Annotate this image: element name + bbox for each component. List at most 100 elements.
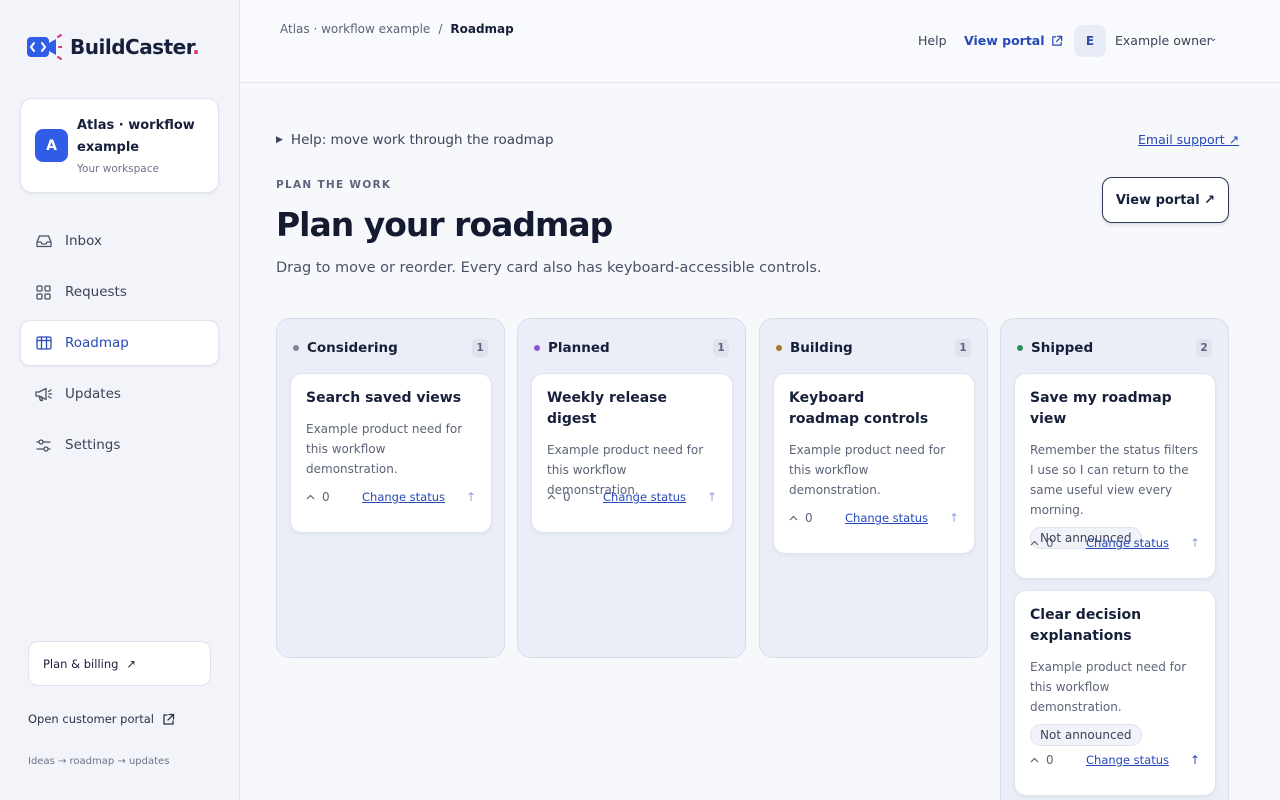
roadmap-card[interactable]: Weekly release digest Example product ne… bbox=[531, 373, 733, 533]
upvote-button[interactable]: 0 bbox=[1030, 536, 1086, 550]
brand-name: BuildCaster. bbox=[70, 35, 200, 59]
chevron-down-icon[interactable]: ⌄ bbox=[1209, 33, 1217, 44]
disclosure-triangle-icon: ▶ bbox=[276, 135, 283, 145]
move-up-arrow-icon[interactable]: ↑ bbox=[949, 511, 959, 525]
upvote-caret-icon bbox=[1030, 540, 1039, 546]
roadmap-card[interactable]: Save my roadmap view Remember the status… bbox=[1014, 373, 1216, 579]
column-title: Considering bbox=[307, 340, 398, 356]
change-status-button[interactable]: Change status bbox=[845, 511, 928, 525]
card-actions: 0 Change status ↑ bbox=[547, 490, 717, 504]
roadmap-card[interactable]: Keyboard roadmap controls Example produc… bbox=[773, 373, 975, 554]
inbox-icon bbox=[35, 233, 52, 250]
sidebar-item-updates[interactable]: Updates bbox=[20, 371, 219, 417]
external-arrow-icon: ↗ bbox=[126, 656, 137, 671]
grid-icon bbox=[35, 284, 52, 301]
column-title: Planned bbox=[548, 340, 610, 356]
upvote-button[interactable]: 0 bbox=[547, 490, 603, 504]
column-header: Considering 1 bbox=[293, 339, 488, 357]
external-link-icon bbox=[163, 713, 175, 725]
sidebar-item-label: Updates bbox=[65, 386, 121, 402]
view-portal-button[interactable]: View portal ↗ bbox=[1102, 177, 1229, 223]
email-support-link[interactable]: Email support ↗ bbox=[1138, 132, 1239, 147]
card-title: Clear decision explanations bbox=[1030, 607, 1142, 644]
column-header: Planned 1 bbox=[534, 339, 729, 357]
workspace-subtitle: Your workspace bbox=[77, 163, 159, 175]
card-description: Example product need for this workflow d… bbox=[1030, 660, 1187, 714]
user-avatar[interactable]: E bbox=[1074, 25, 1106, 57]
sidebar-item-requests[interactable]: Requests bbox=[20, 269, 219, 315]
column-count: 1 bbox=[472, 339, 488, 357]
breadcrumb-workspace[interactable]: Atlas · workflow example bbox=[280, 22, 430, 36]
roadmap-card[interactable]: Search saved views Example product need … bbox=[290, 373, 492, 533]
sidebar: BuildCaster. A Atlas · workflow example … bbox=[0, 0, 240, 800]
status-dot bbox=[534, 345, 540, 351]
breadcrumb: Atlas · workflow example / Roadmap bbox=[280, 22, 514, 36]
change-status-button[interactable]: Change status bbox=[1086, 536, 1169, 550]
card-actions: 0 Change status ↑ bbox=[1030, 536, 1200, 550]
upvote-button[interactable]: 0 bbox=[789, 511, 845, 525]
column-shipped[interactable]: Shipped 2 Save my roadmap view Remember … bbox=[1000, 318, 1229, 800]
status-dot bbox=[293, 345, 299, 351]
brand-logo[interactable]: BuildCaster. bbox=[26, 33, 200, 61]
column-count: 1 bbox=[955, 339, 971, 357]
plan-billing-label: Plan & billing bbox=[43, 656, 119, 671]
column-building[interactable]: Building 1 Keyboard roadmap controls Exa… bbox=[759, 318, 988, 658]
column-count: 2 bbox=[1196, 339, 1212, 357]
external-link-icon bbox=[1051, 35, 1062, 46]
vote-count: 0 bbox=[1046, 536, 1054, 550]
user-menu[interactable]: Example owner bbox=[1115, 33, 1212, 48]
workspace-name: Atlas · workflow example bbox=[77, 118, 195, 155]
status-dot bbox=[1017, 345, 1023, 351]
plan-billing-button[interactable]: Plan & billing ↗ bbox=[28, 641, 211, 686]
upvote-button[interactable]: 0 bbox=[306, 490, 362, 504]
move-up-arrow-icon[interactable]: ↑ bbox=[1190, 536, 1200, 550]
page-subtitle: Drag to move or reorder. Every card also… bbox=[276, 260, 822, 276]
move-up-arrow-icon[interactable]: ↑ bbox=[707, 490, 717, 504]
view-portal-link[interactable]: View portal bbox=[964, 33, 1063, 48]
column-header: Shipped 2 bbox=[1017, 339, 1212, 357]
upvote-caret-icon bbox=[547, 494, 556, 500]
sidebar-item-label: Inbox bbox=[65, 233, 102, 249]
sidebar-nav: Inbox Requests Roadmap Updates Settings bbox=[20, 218, 219, 473]
help-disclosure[interactable]: ▶ Help: move work through the roadmap bbox=[276, 132, 554, 148]
page-eyebrow: PLAN THE WORK bbox=[276, 179, 392, 191]
column-planned[interactable]: Planned 1 Weekly release digest Example … bbox=[517, 318, 746, 658]
column-title: Building bbox=[790, 340, 853, 356]
move-up-arrow-icon[interactable]: ↑ bbox=[1190, 753, 1200, 767]
move-up-arrow-icon[interactable]: ↑ bbox=[466, 490, 476, 504]
sidebar-item-settings[interactable]: Settings bbox=[20, 422, 219, 468]
roadmap-card[interactable]: Clear decision explanations Example prod… bbox=[1014, 590, 1216, 796]
change-status-button[interactable]: Change status bbox=[1086, 753, 1169, 767]
upvote-caret-icon bbox=[1030, 757, 1039, 763]
upvote-caret-icon bbox=[306, 494, 315, 500]
column-considering[interactable]: Considering 1 Search saved views Example… bbox=[276, 318, 505, 658]
card-title: Save my roadmap view bbox=[1030, 390, 1172, 427]
open-customer-portal-link[interactable]: Open customer portal bbox=[28, 712, 175, 726]
card-actions: 0 Change status ↑ bbox=[306, 490, 476, 504]
help-link[interactable]: Help bbox=[918, 33, 947, 48]
sidebar-item-label: Requests bbox=[65, 284, 127, 300]
sidebar-item-inbox[interactable]: Inbox bbox=[20, 218, 219, 264]
card-title: Search saved views bbox=[306, 390, 462, 406]
column-count: 1 bbox=[713, 339, 729, 357]
change-status-button[interactable]: Change status bbox=[362, 490, 445, 504]
card-description: Example product need for this workflow d… bbox=[789, 443, 946, 497]
status-dot bbox=[776, 345, 782, 351]
upvote-button[interactable]: 0 bbox=[1030, 753, 1086, 767]
workspace-switcher[interactable]: A Atlas · workflow example Your workspac… bbox=[20, 98, 219, 193]
column-title: Shipped bbox=[1031, 340, 1094, 356]
top-bar: Atlas · workflow example / Roadmap Help … bbox=[240, 0, 1280, 83]
announcement-badge: Not announced bbox=[1030, 724, 1142, 746]
breadcrumb-current: Roadmap bbox=[450, 22, 514, 36]
card-description: Remember the status filters I use so I c… bbox=[1030, 443, 1199, 517]
change-status-button[interactable]: Change status bbox=[603, 490, 686, 504]
sidebar-item-roadmap[interactable]: Roadmap bbox=[20, 320, 219, 366]
card-title: Keyboard roadmap controls bbox=[789, 390, 929, 427]
card-actions: 0 Change status ↑ bbox=[1030, 753, 1200, 767]
sidebar-tagline: Ideas → roadmap → updates bbox=[28, 756, 170, 767]
vote-count: 0 bbox=[1046, 753, 1054, 767]
breadcrumb-separator: / bbox=[438, 22, 443, 36]
vote-count: 0 bbox=[805, 511, 813, 525]
card-description: Example product need for this workflow d… bbox=[306, 422, 463, 476]
sidebar-item-label: Roadmap bbox=[65, 335, 129, 351]
